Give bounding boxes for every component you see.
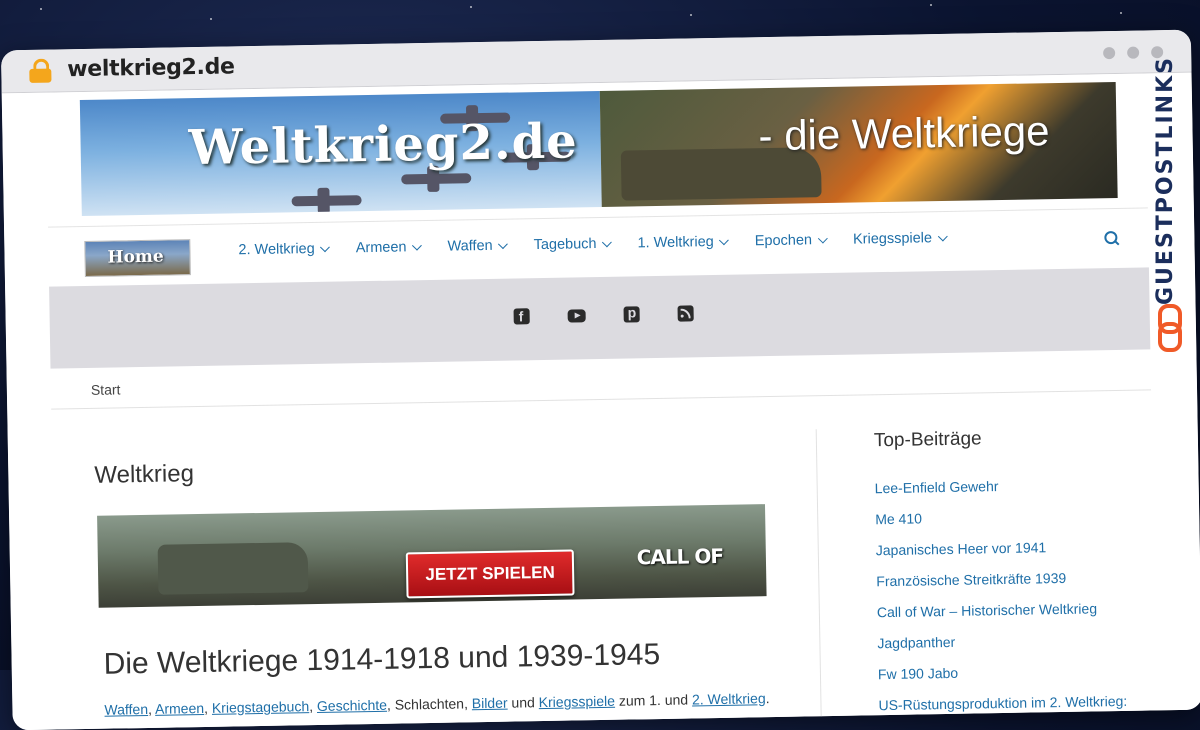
text-fragment: und (507, 694, 539, 711)
chevron-down-icon (937, 231, 948, 241)
window-dot-icon[interactable] (1127, 46, 1140, 59)
menu-item-1-weltkrieg[interactable]: 1. Weltkrieg (637, 234, 730, 252)
banner-tank-image: - die Weltkriege (599, 81, 1118, 207)
top-post-link[interactable]: Call of War – Historischer Weltkrieg (877, 598, 1126, 633)
menu-bar: 2. Weltkrieg Armeen Waffen Tagebuch 1. W… (238, 230, 948, 259)
column-divider (815, 429, 822, 730)
top-post-link[interactable]: Japanisches Heer vor 1941 (876, 536, 1125, 571)
top-posts-list: Lee-Enfield Gewehr Me 410 Japanisches He… (875, 474, 1128, 726)
menu-item-tagebuch[interactable]: Tagebuch (533, 236, 612, 254)
chevron-down-icon (320, 241, 331, 252)
lock-icon (29, 58, 52, 83)
web-page: Weltkrieg2.de - die Weltkriege Home 2. W… (1, 72, 1200, 730)
top-post-link[interactable]: US-Rüstungsproduktion im 2. Weltkrieg: (878, 691, 1127, 726)
menu-item-kriegsspiele[interactable]: Kriegsspiele (852, 230, 948, 248)
menu-item-waffen[interactable]: Waffen (447, 237, 509, 255)
menu-label: Armeen (355, 239, 407, 257)
banner-sky-image: Weltkrieg2.de (79, 90, 602, 217)
menu-label: Epochen (754, 232, 813, 250)
menu-item-armeen[interactable]: Armeen (355, 239, 422, 257)
link-geschichte[interactable]: Geschichte (317, 697, 387, 714)
game-ad-banner[interactable]: JETZT SPIELEN CALL OF WAR (97, 504, 767, 608)
link-bilder[interactable]: Bilder (472, 695, 508, 712)
divider (51, 389, 1152, 410)
top-post-link[interactable]: Französische Streitkräfte 1939 (876, 567, 1125, 602)
menu-label: Waffen (447, 237, 493, 255)
menu-label: Kriegsspiele (852, 230, 933, 248)
sidebar-title: Top-Beiträge (873, 428, 982, 452)
link-armeen[interactable]: Armeen (155, 700, 204, 717)
social-links (513, 305, 694, 325)
menu-item-2-weltkrieg[interactable]: 2. Weltkrieg (238, 240, 331, 259)
top-post-link[interactable]: Lee-Enfield Gewehr (875, 474, 1124, 509)
top-post-link[interactable]: Fw 190 Jabo (878, 660, 1127, 695)
site-logo[interactable]: Weltkrieg2.de (188, 113, 578, 176)
intro-text: Waffen, Armeen, Kriegstagebuch, Geschich… (104, 690, 769, 718)
home-button[interactable]: Home (84, 239, 191, 277)
breadcrumb[interactable]: Start (91, 381, 121, 398)
text-fragment: , Schlachten, (386, 695, 472, 713)
social-bar (49, 267, 1151, 369)
home-label: Home (107, 246, 164, 268)
chevron-down-icon (817, 233, 828, 244)
search-icon[interactable] (1104, 230, 1118, 245)
browser-window: weltkrieg2.de Weltkrieg2.de - die Weltkr… (0, 29, 1200, 730)
site-banner[interactable]: Weltkrieg2.de - die Weltkriege (79, 81, 1118, 217)
facebook-icon[interactable] (513, 308, 530, 325)
window-dot-icon[interactable] (1103, 46, 1116, 60)
chevron-down-icon (412, 240, 422, 251)
link-2-weltkrieg[interactable]: 2. Weltkrieg (692, 690, 766, 707)
menu-label: 1. Weltkrieg (637, 234, 714, 252)
menu-label: Tagebuch (533, 236, 597, 254)
page-title: Weltkrieg (94, 460, 195, 489)
watermark-text: GUESTPOSTLINKS (1153, 56, 1178, 305)
call-of-war-logo: CALL OF WAR (636, 543, 724, 608)
main-heading: Die Weltkriege 1914-1918 und 1939-1945 (103, 638, 661, 681)
ad-tank-image (157, 542, 309, 595)
text-fragment: . (765, 690, 770, 707)
chevron-down-icon (602, 236, 612, 247)
rss-icon[interactable] (677, 305, 694, 322)
text-fragment: zum 1. und (614, 691, 693, 709)
top-post-link[interactable]: Me 410 (875, 505, 1124, 540)
menu-item-epochen[interactable]: Epochen (754, 232, 828, 250)
menu-label: 2. Weltkrieg (238, 240, 315, 259)
play-now-button[interactable]: JETZT SPIELEN (405, 549, 575, 599)
link-waffen[interactable]: Waffen (104, 701, 148, 718)
chevron-down-icon (719, 234, 730, 245)
chevron-down-icon (498, 238, 509, 249)
pinterest-icon[interactable] (623, 306, 640, 323)
banner-tagline: - die Weltkriege (758, 107, 1050, 160)
link-icon (1158, 304, 1182, 352)
youtube-icon[interactable] (567, 309, 586, 323)
link-kriegstagebuch[interactable]: Kriegstagebuch (212, 698, 310, 716)
guestpostlinks-watermark: GUESTPOSTLINKS (1148, 56, 1188, 360)
link-kriegsspiele[interactable]: Kriegsspiele (539, 693, 616, 710)
address-bar[interactable]: weltkrieg2.de (67, 54, 235, 82)
top-post-link[interactable]: Jagdpanther (877, 629, 1126, 664)
